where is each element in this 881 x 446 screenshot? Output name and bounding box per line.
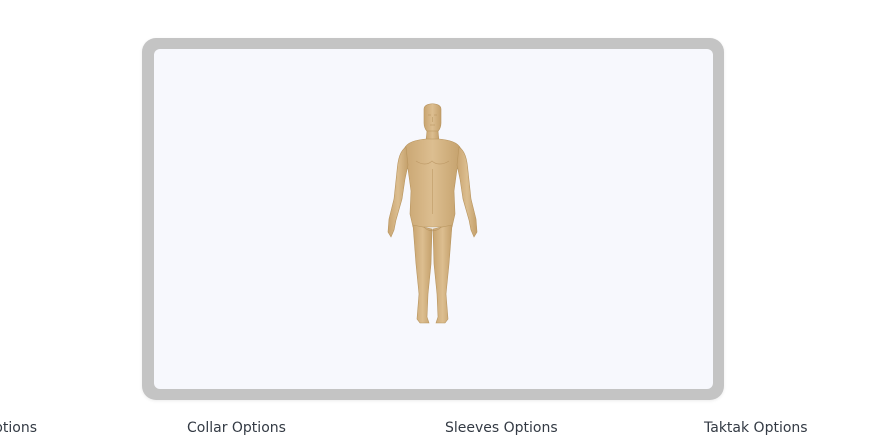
tab-body-options[interactable]: ptions [0, 418, 37, 438]
tab-sleeves-options[interactable]: Sleeves Options [445, 418, 558, 438]
options-tab-bar: ptions Collar Options Sleeves Options Ta… [0, 418, 881, 442]
mannequin-left-arm [387, 146, 409, 238]
mannequin-model[interactable] [380, 99, 485, 329]
mannequin-right-leg [432, 224, 453, 324]
tab-collar-options[interactable]: Collar Options [187, 418, 286, 438]
model-viewer-canvas[interactable] [154, 49, 713, 389]
mannequin-left-leg [412, 224, 433, 324]
page: ptions Collar Options Sleeves Options Ta… [0, 0, 881, 446]
tab-taktak-options[interactable]: Taktak Options [704, 418, 808, 438]
model-viewer-frame [142, 38, 724, 400]
mannequin-right-arm [456, 146, 478, 238]
